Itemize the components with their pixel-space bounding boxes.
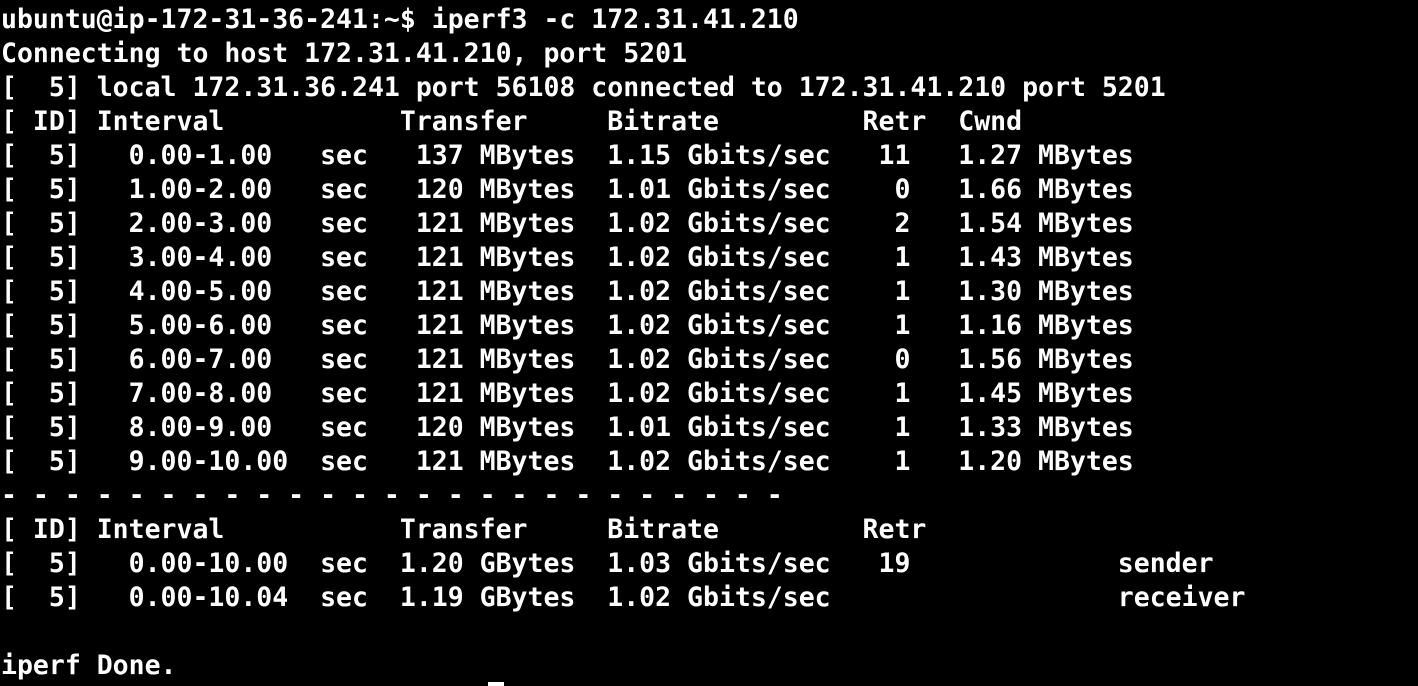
interval-table-header: [ ID] Interval Transfer Bitrate Retr Cwn… (1, 106, 1023, 137)
interval-row: [ 5] 0.00-1.00 sec 137 MBytes 1.15 Gbits… (1, 140, 1134, 171)
interval-row: [ 5] 3.00-4.00 sec 121 MBytes 1.02 Gbits… (1, 242, 1134, 273)
connecting-line: Connecting to host 172.31.41.210, port 5… (1, 38, 688, 69)
summary-table-header: [ ID] Interval Transfer Bitrate Retr (1, 514, 927, 545)
interval-row: [ 5] 5.00-6.00 sec 121 MBytes 1.02 Gbits… (1, 310, 1134, 341)
terminal-window[interactable]: ubuntu@ip-172-31-36-241:~$ iperf3 -c 172… (0, 0, 1418, 686)
summary-row-sender: [ 5] 0.00-10.00 sec 1.20 GBytes 1.03 Gbi… (1, 548, 1214, 579)
interval-row: [ 5] 8.00-9.00 sec 120 MBytes 1.01 Gbits… (1, 412, 1134, 443)
interval-row: [ 5] 4.00-5.00 sec 121 MBytes 1.02 Gbits… (1, 276, 1134, 307)
done-line: iperf Done. (1, 650, 177, 681)
interval-row: [ 5] 7.00-8.00 sec 121 MBytes 1.02 Gbits… (1, 378, 1134, 409)
summary-row-receiver: [ 5] 0.00-10.04 sec 1.19 GBytes 1.02 Gbi… (1, 582, 1246, 613)
interval-row: [ 5] 1.00-2.00 sec 120 MBytes 1.01 Gbits… (1, 174, 1134, 205)
interval-row: [ 5] 9.00-10.00 sec 121 MBytes 1.02 Gbit… (1, 446, 1134, 477)
interval-row: [ 5] 6.00-7.00 sec 121 MBytes 1.02 Gbits… (1, 344, 1134, 375)
text-cursor (488, 682, 504, 686)
connection-info-line: [ 5] local 172.31.36.241 port 56108 conn… (1, 72, 1166, 103)
separator-line: - - - - - - - - - - - - - - - - - - - - … (1, 480, 783, 511)
interval-row: [ 5] 2.00-3.00 sec 121 MBytes 1.02 Gbits… (1, 208, 1134, 239)
prompt-command-line: ubuntu@ip-172-31-36-241:~$ iperf3 -c 172… (1, 4, 799, 35)
